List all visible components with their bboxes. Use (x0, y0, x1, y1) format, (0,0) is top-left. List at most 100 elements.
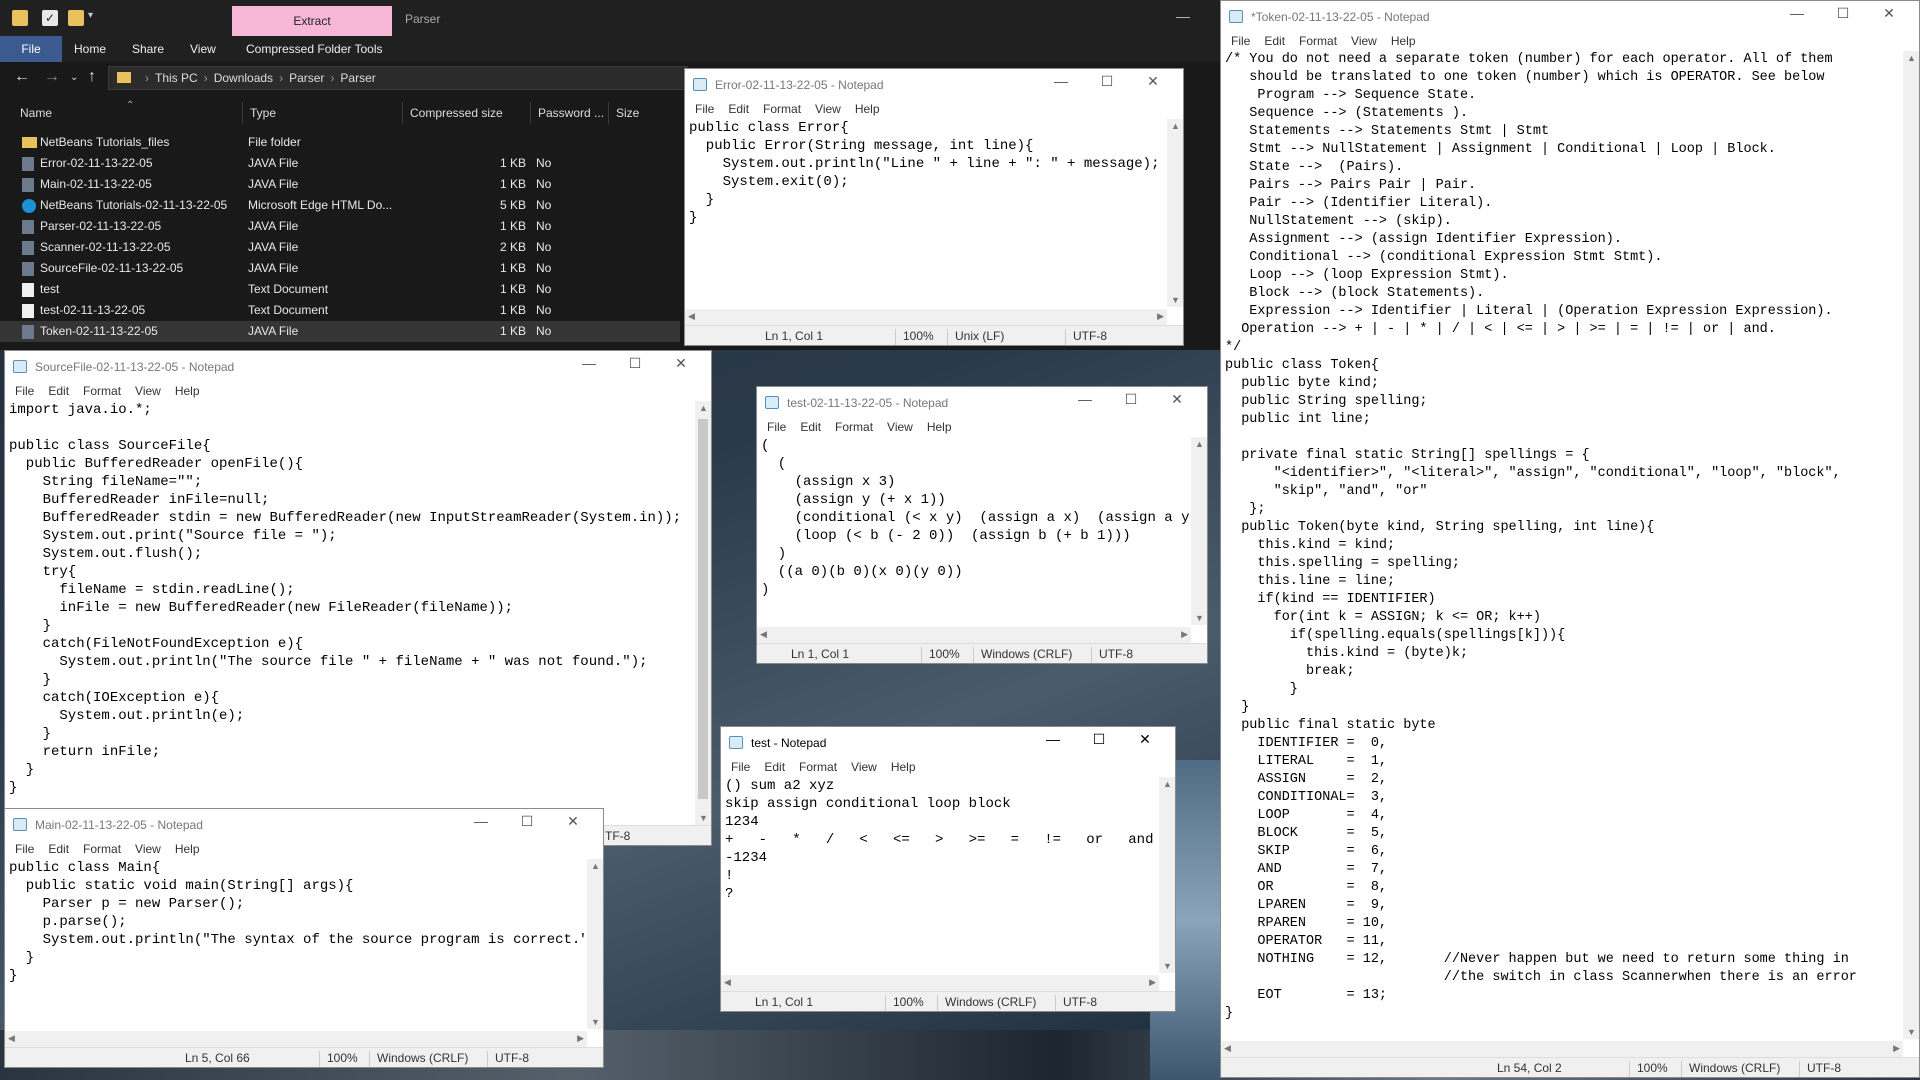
menu-file[interactable]: File (1231, 31, 1250, 51)
horizontal-scrollbar[interactable]: ◀ ▶ (757, 627, 1191, 643)
text-area[interactable]: () sum a2 xyz skip assign conditional lo… (725, 777, 1157, 973)
maximize-icon[interactable]: ☐ (1121, 391, 1141, 408)
text-area[interactable]: /* You do not need a separate token (num… (1225, 51, 1901, 1039)
close-icon[interactable]: ✕ (1143, 73, 1163, 90)
text-area[interactable]: public class Main{ public static void ma… (9, 859, 585, 1029)
minimize-icon[interactable]: — (471, 813, 491, 829)
menu-file[interactable]: File (767, 417, 786, 437)
menu-file[interactable]: File (15, 839, 34, 859)
menu-help[interactable]: Help (891, 757, 916, 777)
close-icon[interactable]: ✕ (563, 813, 583, 830)
minimize-icon[interactable]: — (579, 355, 599, 371)
menu-help[interactable]: Help (927, 417, 952, 437)
menu-edit[interactable]: Edit (764, 757, 785, 777)
ribbon-tab-file[interactable]: File (0, 36, 62, 62)
minimize-icon[interactable]: — (1051, 73, 1071, 89)
text-area[interactable]: ( ( (assign x 3) (assign y (+ x 1)) (con… (761, 437, 1189, 625)
column-password[interactable]: Password ... (538, 106, 604, 120)
file-row[interactable]: test-02-11-13-22-05 Text Document 1 KB No (0, 300, 680, 321)
menu-view[interactable]: View (1351, 31, 1377, 51)
explorer-titlebar[interactable]: ✓ ▾ Extract Parser — (0, 0, 1220, 36)
column-type[interactable]: Type (250, 106, 276, 120)
menu-view[interactable]: View (851, 757, 877, 777)
menu-help[interactable]: Help (175, 839, 200, 859)
menu-help[interactable]: Help (855, 99, 880, 119)
column-compressed-size[interactable]: Compressed size (410, 106, 503, 120)
file-row[interactable]: NetBeans Tutorials-02-11-13-22-05 Microso… (0, 195, 680, 216)
menu-format[interactable]: Format (83, 381, 121, 401)
menu-edit[interactable]: Edit (48, 839, 69, 859)
menu-help[interactable]: Help (1391, 31, 1416, 51)
forward-arrow-icon[interactable]: → (44, 68, 60, 86)
file-row[interactable]: test Text Document 1 KB No (0, 279, 680, 300)
file-row[interactable]: Error-02-11-13-22-05 JAVA File 1 KB No (0, 153, 680, 174)
window-titlebar[interactable]: Main-02-11-13-22-05 - Notepad — ☐ ✕ (5, 809, 603, 839)
file-row[interactable]: SourceFile-02-11-13-22-05 JAVA File 1 KB No (0, 258, 680, 279)
column-size[interactable]: Size (616, 106, 639, 120)
menu-view[interactable]: View (135, 381, 161, 401)
quick-access-dropdown-icon[interactable]: ▾ (88, 10, 100, 26)
vertical-scrollbar[interactable]: ▲ ▼ (1159, 777, 1175, 973)
close-icon[interactable]: ✕ (671, 355, 691, 372)
minimize-icon[interactable]: — (1787, 5, 1807, 21)
column-name[interactable]: Name (20, 106, 52, 120)
back-arrow-icon[interactable]: ← (14, 68, 30, 86)
menu-view[interactable]: View (887, 417, 913, 437)
window-titlebar[interactable]: test-02-11-13-22-05 - Notepad — ☐ ✕ (757, 387, 1207, 417)
minimize-icon[interactable]: — (1043, 731, 1063, 747)
file-row[interactable]: Scanner-02-11-13-22-05 JAVA File 2 KB No (0, 237, 680, 258)
menu-format[interactable]: Format (799, 757, 837, 777)
text-area[interactable]: import java.io.*; public class SourceFil… (9, 401, 693, 825)
menu-edit[interactable]: Edit (48, 381, 69, 401)
vertical-scrollbar[interactable]: ▲ ▼ (1167, 119, 1183, 307)
maximize-icon[interactable]: ☐ (625, 355, 645, 372)
text-area[interactable]: public class Error{ public Error(String … (689, 119, 1165, 307)
file-row-selected[interactable]: Token-02-11-13-22-05 JAVA File 1 KB No (0, 321, 680, 342)
extract-context-tab[interactable]: Extract (232, 6, 392, 36)
menu-file[interactable]: File (695, 99, 714, 119)
menu-edit[interactable]: Edit (728, 99, 749, 119)
menu-edit[interactable]: Edit (1264, 31, 1285, 51)
menu-format[interactable]: Format (1299, 31, 1337, 51)
menu-edit[interactable]: Edit (800, 417, 821, 437)
window-titlebar[interactable]: test - Notepad — ☐ ✕ (721, 727, 1175, 757)
window-titlebar[interactable]: SourceFile-02-11-13-22-05 - Notepad — ☐ … (5, 351, 711, 381)
menu-help[interactable]: Help (175, 381, 200, 401)
ribbon-tab-compressed-folder-tools[interactable]: Compressed Folder Tools (246, 36, 383, 62)
close-icon[interactable]: ✕ (1879, 5, 1899, 22)
file-row[interactable]: Main-02-11-13-22-05 JAVA File 1 KB No (0, 174, 680, 195)
vertical-scrollbar[interactable]: ▲ ▼ (587, 859, 603, 1029)
breadcrumb-parser[interactable]: Parser (289, 71, 324, 85)
new-folder-icon[interactable] (68, 10, 84, 26)
menu-format[interactable]: Format (763, 99, 801, 119)
breadcrumb-this-pc[interactable]: This PC (155, 71, 198, 85)
menu-format[interactable]: Format (83, 839, 121, 859)
maximize-icon[interactable]: ☐ (1833, 5, 1853, 22)
menu-view[interactable]: View (815, 99, 841, 119)
file-row[interactable]: Parser-02-11-13-22-05 JAVA File 1 KB No (0, 216, 680, 237)
up-arrow-icon[interactable]: ↑ (88, 68, 96, 86)
menu-file[interactable]: File (15, 381, 34, 401)
maximize-icon[interactable]: ☐ (517, 813, 537, 830)
menu-file[interactable]: File (731, 757, 750, 777)
file-row[interactable]: NetBeans Tutorials_files File folder (0, 132, 680, 153)
horizontal-scrollbar[interactable]: ◀ ▶ (685, 309, 1167, 325)
horizontal-scrollbar[interactable]: ◀ ▶ (5, 1031, 587, 1047)
properties-check-icon[interactable]: ✓ (42, 10, 58, 26)
horizontal-scrollbar[interactable]: ◀ ▶ (721, 975, 1159, 991)
vertical-scrollbar[interactable]: ▲ ▼ (695, 401, 711, 825)
window-titlebar[interactable]: Error-02-11-13-22-05 - Notepad — ☐ ✕ (685, 69, 1183, 99)
vertical-scrollbar[interactable]: ▲ ▼ (1903, 51, 1919, 1039)
recent-locations-chevron-icon[interactable]: ⌄ (70, 72, 78, 83)
minimize-icon[interactable]: — (1176, 8, 1190, 24)
ribbon-tab-view[interactable]: View (190, 36, 216, 62)
window-titlebar[interactable]: *Token-02-11-13-22-05 - Notepad — ☐ ✕ (1221, 1, 1919, 31)
address-box[interactable]: › This PC › Downloads › Parser › Parser (108, 66, 688, 90)
breadcrumb-downloads[interactable]: Downloads (214, 71, 273, 85)
maximize-icon[interactable]: ☐ (1089, 731, 1109, 748)
folder-icon[interactable] (12, 10, 28, 26)
close-icon[interactable]: ✕ (1167, 391, 1187, 408)
breadcrumb-parser-inner[interactable]: Parser (340, 71, 375, 85)
maximize-icon[interactable]: ☐ (1097, 73, 1117, 90)
menu-view[interactable]: View (135, 839, 161, 859)
